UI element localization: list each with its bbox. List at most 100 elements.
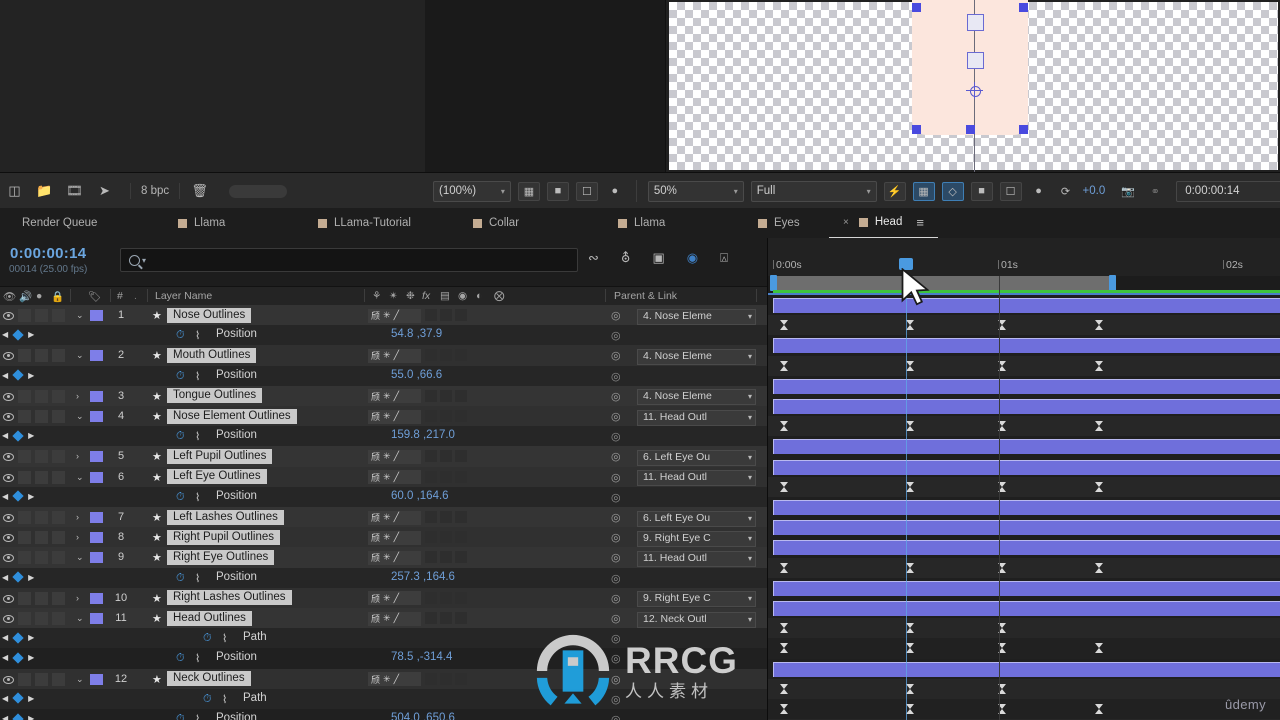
- property-name[interactable]: Position: [216, 651, 257, 663]
- frame-blend-box[interactable]: [440, 551, 452, 564]
- parent-select[interactable]: 4. Nose Eleme ▾: [637, 389, 756, 406]
- layer-duration-bar[interactable]: [773, 520, 1280, 536]
- parent-pickwhip-icon[interactable]: ◎: [611, 450, 621, 463]
- panel-tab-bar[interactable]: Render Queue Llama LLama-Tutorial Collar Lla…: [0, 208, 1280, 239]
- parent-select[interactable]: 9. Right Eye C ▾: [637, 591, 756, 608]
- keyframe-navigator[interactable]: ◀ ▶: [2, 369, 34, 381]
- project-auto-save-icon[interactable]: ➤: [94, 181, 115, 201]
- grid-guides-icon[interactable]: ☐: [999, 181, 1022, 201]
- lock-toggle[interactable]: [52, 389, 65, 403]
- property-graph-icon[interactable]: ⌇: [195, 491, 200, 504]
- motion-blur-box[interactable]: [455, 410, 467, 422]
- audio-toggle[interactable]: [18, 672, 31, 686]
- frame-blend-box[interactable]: [440, 349, 452, 362]
- hide-shy-layers-icon[interactable]: ▣: [652, 250, 664, 266]
- solo-toggle[interactable]: [35, 612, 48, 625]
- prev-keyframe-icon[interactable]: ◀: [2, 694, 8, 703]
- exposure-value[interactable]: +0.0: [1083, 185, 1106, 197]
- frame-blend-box[interactable]: [440, 410, 452, 422]
- layer-name[interactable]: Left Pupil Outlines: [167, 448, 273, 464]
- twirl-right-icon[interactable]: ›: [76, 451, 79, 461]
- shy-switch[interactable]: 颀: [371, 390, 380, 403]
- work-area-end-handle[interactable]: [1109, 275, 1116, 291]
- keyframe-navigator[interactable]: ◀ ▶: [2, 329, 34, 341]
- toggle-transparency-grid-icon[interactable]: ▦: [517, 181, 540, 201]
- prev-keyframe-icon[interactable]: ◀: [2, 330, 8, 339]
- audio-toggle[interactable]: [18, 450, 31, 464]
- parent-pickwhip-icon[interactable]: ◎: [611, 410, 621, 423]
- fx-box[interactable]: [425, 389, 437, 402]
- project-panel[interactable]: [0, 0, 426, 172]
- keyframe-marker[interactable]: [1095, 643, 1103, 654]
- audio-toggle[interactable]: [18, 531, 31, 545]
- parent-select[interactable]: 12. Neck Outl ▾: [637, 611, 756, 628]
- timeline-graph-area[interactable]: 0:00s 01s 02s: [767, 238, 1280, 720]
- selection-handle-bc[interactable]: [966, 125, 975, 134]
- property-value[interactable]: 159.8 ,217.0: [391, 429, 455, 441]
- source-name-column-header[interactable]: Layer Name: [155, 290, 212, 302]
- parent-pickwhip-icon[interactable]: ◎: [611, 551, 621, 564]
- layer-duration-bar[interactable]: [773, 540, 1280, 556]
- property-name[interactable]: Position: [216, 490, 257, 502]
- quality-switch[interactable]: ╱: [394, 552, 399, 563]
- motion-blur-box[interactable]: [455, 450, 467, 463]
- lock-toggle[interactable]: [52, 612, 65, 625]
- keyframe-navigator[interactable]: ◀ ▶: [2, 652, 34, 664]
- twirl-right-icon[interactable]: ›: [76, 532, 79, 542]
- property-name[interactable]: Position: [216, 571, 257, 583]
- shy-switch[interactable]: 颀: [371, 349, 380, 362]
- fx-box[interactable]: [425, 551, 437, 564]
- layer-name[interactable]: Left Lashes Outlines: [167, 509, 284, 525]
- collapse-switch[interactable]: ✳: [383, 532, 391, 543]
- keyframe-navigator[interactable]: ◀ ▶: [2, 490, 34, 502]
- twirl-down-icon[interactable]: ⌄: [76, 472, 84, 483]
- keyframe-diamond-icon[interactable]: [12, 430, 24, 442]
- parent-pickwhip-icon[interactable]: ◎: [611, 592, 621, 605]
- property-name[interactable]: Path: [243, 692, 267, 704]
- lock-toggle[interactable]: [52, 672, 65, 686]
- video-toggle-icon[interactable]: [3, 675, 14, 684]
- graph-editor-icon[interactable]: ⍓: [720, 250, 728, 266]
- layer-name[interactable]: Tongue Outlines: [167, 388, 263, 404]
- label-color-swatch[interactable]: [90, 350, 103, 362]
- collapse-switch[interactable]: ✳: [383, 350, 391, 361]
- bit-depth-label[interactable]: 8 bpc: [130, 183, 181, 199]
- comp-timecode-field[interactable]: 0:00:00:14: [1176, 180, 1280, 202]
- stopwatch-icon[interactable]: ⏱: [176, 430, 185, 443]
- label-color-swatch[interactable]: [90, 310, 103, 321]
- keyframe-marker[interactable]: [780, 643, 788, 654]
- property-row[interactable]: ◀ ▶ ⏱ ⌇ Position 257.3 ,164.6 ◎: [0, 567, 767, 588]
- keyframe-marker[interactable]: [1095, 421, 1103, 432]
- property-value[interactable]: 257.3 ,164.6: [391, 571, 455, 583]
- prev-keyframe-icon[interactable]: ◀: [2, 714, 8, 720]
- time-ruler[interactable]: 0:00s 01s 02s: [768, 238, 1280, 276]
- composition-toolbar[interactable]: (100%) ▾ ▦ ■ ☐ ● 50% ▾ Full ▾ ⚡ ▦ ◇ ■ ☐ ● ⟳…: [425, 172, 1280, 209]
- playhead-line[interactable]: [906, 276, 907, 720]
- tab-llama[interactable]: Llama: [164, 208, 239, 238]
- property-track[interactable]: [768, 699, 1280, 720]
- keyframe-marker[interactable]: [780, 360, 788, 371]
- project-settings-icon[interactable]: ◫: [4, 181, 25, 201]
- work-area-bar[interactable]: [773, 276, 1116, 290]
- layer-switches[interactable]: 颀 ✳ ╱: [368, 449, 421, 464]
- property-name[interactable]: Position: [216, 328, 257, 340]
- keyframe-marker[interactable]: [906, 320, 914, 331]
- audio-toggle[interactable]: [18, 511, 31, 524]
- keyframe-marker[interactable]: [1095, 320, 1103, 331]
- property-track[interactable]: [768, 416, 1280, 437]
- keyframe-marker[interactable]: [1095, 360, 1103, 371]
- parent-pickwhip-icon[interactable]: ◎: [611, 531, 621, 544]
- property-track[interactable]: [768, 678, 1280, 699]
- layer-switches[interactable]: 颀 ✳ ╱: [368, 409, 421, 424]
- fx-box[interactable]: [425, 309, 437, 321]
- tab-close-icon[interactable]: ×: [843, 217, 849, 228]
- channel-rgb-icon[interactable]: ●: [605, 183, 625, 200]
- property-row[interactable]: ◀ ▶ ⏱ ⌇ Position 60.0 ,164.6 ◎: [0, 486, 767, 507]
- frame-blend-box[interactable]: [440, 612, 452, 624]
- property-track[interactable]: [768, 315, 1280, 336]
- layer-switches[interactable]: 颀 ✳ ╱: [368, 470, 421, 485]
- fx-box[interactable]: [425, 349, 437, 362]
- collapse-switch[interactable]: ✳: [383, 512, 391, 523]
- label-color-swatch[interactable]: [90, 471, 103, 483]
- layer-switch-boxes[interactable]: [425, 591, 467, 604]
